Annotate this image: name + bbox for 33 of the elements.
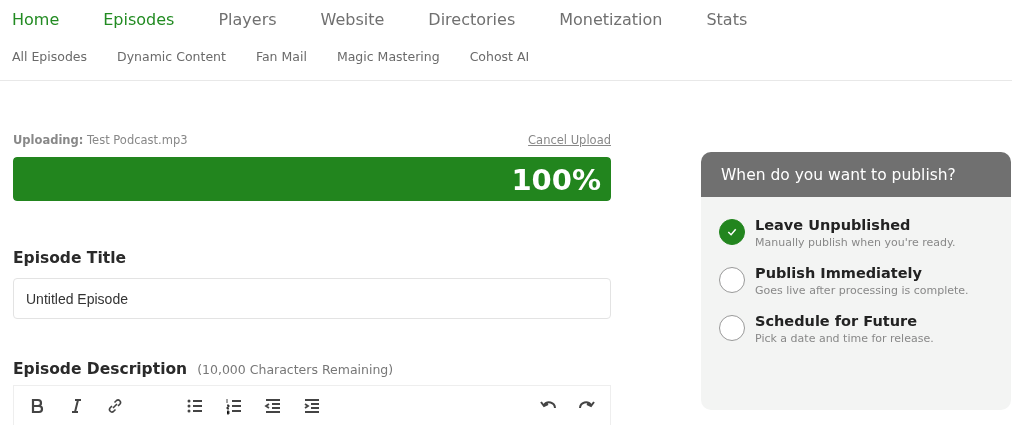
option-label: Leave Unpublished [755, 217, 912, 233]
radio-button[interactable] [719, 219, 745, 245]
subnav-link[interactable]: Dynamic Content [117, 48, 226, 64]
nav-tab[interactable]: Players [218, 9, 277, 29]
numbered-list-icon[interactable] [225, 396, 243, 415]
option-label: Schedule for Future [755, 313, 918, 329]
progress-percent: 100% [511, 163, 601, 197]
nav-tab[interactable]: Stats [706, 9, 748, 29]
subnav-link[interactable]: Fan Mail [255, 48, 307, 64]
character-count: (10,000 Characters Remaining) [197, 362, 394, 377]
subnav-link[interactable]: All Episodes [12, 48, 88, 64]
option-hint: Pick a date and time for release. [755, 332, 934, 345]
upload-status: Uploading: Test Podcast.mp3 [13, 133, 188, 147]
subnav-link[interactable]: Magic Mastering [336, 48, 440, 64]
option-hint: Goes live after processing is complete. [755, 284, 969, 297]
nav-tab[interactable]: Monetization [559, 9, 663, 29]
option-hint: Manually publish when you're ready. [755, 236, 956, 249]
nav-tab[interactable]: Home [12, 9, 60, 29]
radio-button[interactable] [719, 315, 745, 341]
subnav-link[interactable]: Cohost AI [469, 48, 530, 64]
option-label: Publish Immediately [755, 265, 924, 281]
cancel-upload-link[interactable]: Cancel Upload [528, 133, 611, 147]
radio-button[interactable] [719, 267, 745, 293]
nav-tab[interactable]: Directories [428, 9, 516, 29]
title-input-field[interactable]: Untitled Episode [13, 278, 611, 319]
field-label: Episode Title [13, 249, 127, 267]
nav-tab[interactable]: Website [320, 9, 385, 29]
field-label: Episode Description [13, 360, 188, 378]
panel-title: When do you want to publish? [701, 152, 1011, 197]
outdent-icon[interactable] [264, 396, 282, 415]
link-icon[interactable] [106, 396, 124, 415]
indent-icon[interactable] [303, 396, 321, 415]
nav-tab[interactable]: Episodes [103, 9, 175, 29]
